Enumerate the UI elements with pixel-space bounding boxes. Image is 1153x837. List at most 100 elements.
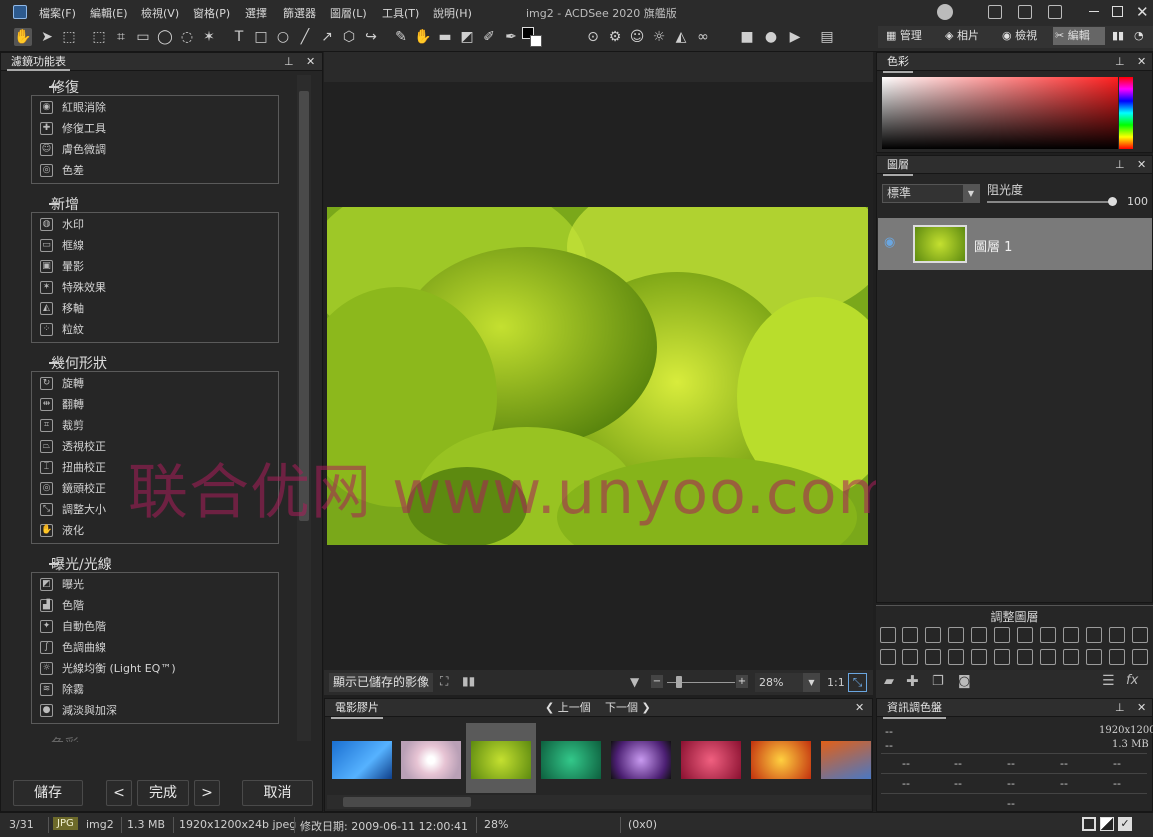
brush-select-icon[interactable]: ⬚ — [90, 28, 108, 46]
polygon-tool-icon[interactable]: ⬡ — [340, 28, 358, 46]
adjust-levels-icon[interactable] — [902, 627, 918, 643]
filmstrip-thumb[interactable] — [541, 741, 601, 779]
blend-mode-dropdown-icon[interactable]: ▼ — [963, 185, 979, 202]
close-window-button[interactable]: ✕ — [1136, 3, 1149, 21]
hand-tool-icon[interactable]: ✋ — [14, 28, 32, 46]
cancel-button[interactable]: 取消 — [242, 780, 313, 806]
color-picker-field[interactable] — [882, 77, 1118, 149]
record-icon[interactable]: ● — [762, 28, 780, 46]
adjust-fill-icon[interactable] — [1086, 649, 1102, 665]
close-panel-icon[interactable]: ✕ — [1137, 699, 1146, 717]
adjust-invert-icon[interactable] — [1132, 627, 1148, 643]
filter-exposure[interactable]: ◩ 曝光 — [38, 574, 274, 595]
done-button[interactable]: 完成 — [137, 780, 189, 806]
filter-repair-tool[interactable]: ✚ 修復工具 — [38, 118, 274, 139]
zoom-in-button[interactable]: + — [736, 675, 748, 688]
filter-watermark[interactable]: ◍ 水印 — [38, 214, 274, 235]
adjust-photo-icon[interactable] — [1063, 627, 1079, 643]
binoculars-icon[interactable]: ∞ — [694, 28, 712, 46]
filter-dodge-burn[interactable]: ● 減淡與加深 — [38, 700, 274, 721]
zoom-slider-thumb[interactable] — [676, 676, 682, 688]
menu-file[interactable]: 檔案(F) — [39, 5, 76, 21]
filmstrip-thumb[interactable] — [681, 741, 741, 779]
group-repair-title[interactable]: 修復 — [49, 77, 79, 97]
maximize-button[interactable] — [1112, 6, 1123, 17]
filmstrip-prev[interactable]: ❮ 上一個 — [545, 699, 591, 717]
dodge-tool-icon[interactable]: ✐ — [480, 28, 498, 46]
rect-select-icon[interactable]: ▭ — [134, 28, 152, 46]
adjust-grain-icon[interactable] — [994, 649, 1010, 665]
arrow-tool-icon[interactable]: ↗ — [318, 28, 336, 46]
filter-rotate[interactable]: ↻ 旋轉 — [38, 373, 274, 394]
add-layer-icon[interactable]: ✚ — [906, 672, 919, 690]
filter-red-eye[interactable]: ◉ 紅眼消除 — [38, 97, 274, 118]
next-image-button[interactable]: > — [194, 780, 220, 806]
adjust-sharpen-icon[interactable] — [925, 649, 941, 665]
select-tool-icon[interactable]: ⬚ — [60, 28, 78, 46]
adjust-gradient-icon[interactable] — [1040, 649, 1056, 665]
opacity-slider-thumb[interactable] — [1108, 197, 1117, 206]
magic-wand-icon[interactable]: ✶ — [200, 28, 218, 46]
zoom-field-dropdown[interactable]: ▼ — [803, 673, 820, 692]
mask-icon[interactable]: ◙ — [958, 674, 971, 689]
eyedropper-icon[interactable]: ✒ — [502, 28, 520, 46]
adjust-noise-icon[interactable] — [971, 649, 987, 665]
move-tool-icon[interactable]: ➤ — [38, 28, 56, 46]
adjust-eyedropper-icon[interactable] — [1086, 627, 1102, 643]
close-filmstrip-icon[interactable]: ✕ — [855, 699, 864, 717]
pin-icon[interactable]: ⊥ — [1115, 53, 1125, 71]
gradient-tool-icon[interactable]: ▬ — [436, 28, 454, 46]
filters-scrollbar[interactable] — [297, 75, 311, 741]
play-icon[interactable]: ▶ — [786, 28, 804, 46]
menu-view[interactable]: 檢視(V) — [141, 5, 179, 21]
menu-help[interactable]: 說明(H) — [433, 5, 472, 21]
filter-vignette[interactable]: ▣ 暈影 — [38, 256, 274, 277]
clone-tool-icon[interactable]: ✋ — [414, 28, 432, 46]
adjust-image-icon[interactable] — [1063, 649, 1079, 665]
eye-icon[interactable]: ◉ — [884, 235, 895, 250]
histogram-icon[interactable]: ▮▮ — [462, 674, 475, 688]
zoom-dropdown-icon[interactable]: ▼ — [630, 675, 639, 689]
stop-icon[interactable]: ■ — [738, 28, 756, 46]
layout-left-icon[interactable] — [988, 5, 1002, 19]
filter-tilt-shift[interactable]: ◭ 移軸 — [38, 298, 274, 319]
menu-layer[interactable]: 圖層(L) — [330, 5, 367, 21]
close-panel-icon[interactable]: ✕ — [1137, 156, 1146, 174]
mode-view-button[interactable]: ◉ 檢視 — [1000, 27, 1037, 45]
fullscreen-icon[interactable]: ⛶ — [440, 674, 448, 689]
filmstrip-scrollbar[interactable] — [327, 795, 871, 809]
adjust-sliders-icon[interactable] — [994, 627, 1010, 643]
fx-icon[interactable]: fx — [1126, 673, 1138, 688]
background-color-swatch[interactable] — [530, 35, 542, 47]
filter-special-effect[interactable]: ✶ 特殊效果 — [38, 277, 274, 298]
heal-icon[interactable]: ⚙ — [606, 28, 624, 46]
show-saved-button[interactable]: 顯示已儲存的影像 — [329, 673, 434, 692]
ellipse-tool-icon[interactable]: ○ — [274, 28, 292, 46]
zoom-out-button[interactable]: − — [651, 675, 663, 688]
batch-icon[interactable]: ▤ — [818, 28, 836, 46]
filter-dehaze[interactable]: ≋ 除霧 — [38, 679, 274, 700]
adjust-color-wheel-icon[interactable] — [1017, 627, 1033, 643]
filter-skin-tune[interactable]: ☺ 膚色微調 — [38, 139, 274, 160]
account-icon[interactable] — [937, 4, 953, 20]
ellipse-select-icon[interactable]: ◯ — [156, 28, 174, 46]
layer-settings-icon[interactable]: ▰ — [884, 674, 894, 689]
filmstrip-thumb[interactable] — [821, 741, 871, 779]
adjust-chart-icon[interactable] — [1109, 649, 1125, 665]
save-button[interactable]: 儲存 — [13, 780, 83, 806]
filter-tone-curves[interactable]: ∫ 色調曲線 — [38, 637, 274, 658]
365-icon[interactable]: ◔ — [1132, 27, 1144, 45]
layout-bottom-icon[interactable] — [1018, 5, 1032, 19]
light-icon[interactable]: ☼ — [650, 28, 668, 46]
mode-manage-button[interactable]: ▦ 管理 — [884, 27, 922, 45]
prev-image-button[interactable]: < — [106, 780, 132, 806]
filmstrip-next[interactable]: 下一個 ❯ — [605, 699, 651, 717]
group-color-title[interactable]: 色彩 — [51, 734, 79, 742]
checkmark-icon[interactable]: ✓ — [1118, 817, 1132, 831]
rectangle-tool-icon[interactable]: □ — [252, 28, 270, 46]
menu-select[interactable]: 選擇 — [245, 5, 267, 21]
filter-chromatic[interactable]: ◎ 色差 — [38, 160, 274, 181]
filter-grain[interactable]: ⁘ 粒紋 — [38, 319, 274, 340]
filter-auto-levels[interactable]: ✦ 自動色階 — [38, 616, 274, 637]
duplicate-layer-icon[interactable]: ❐ — [932, 674, 944, 689]
